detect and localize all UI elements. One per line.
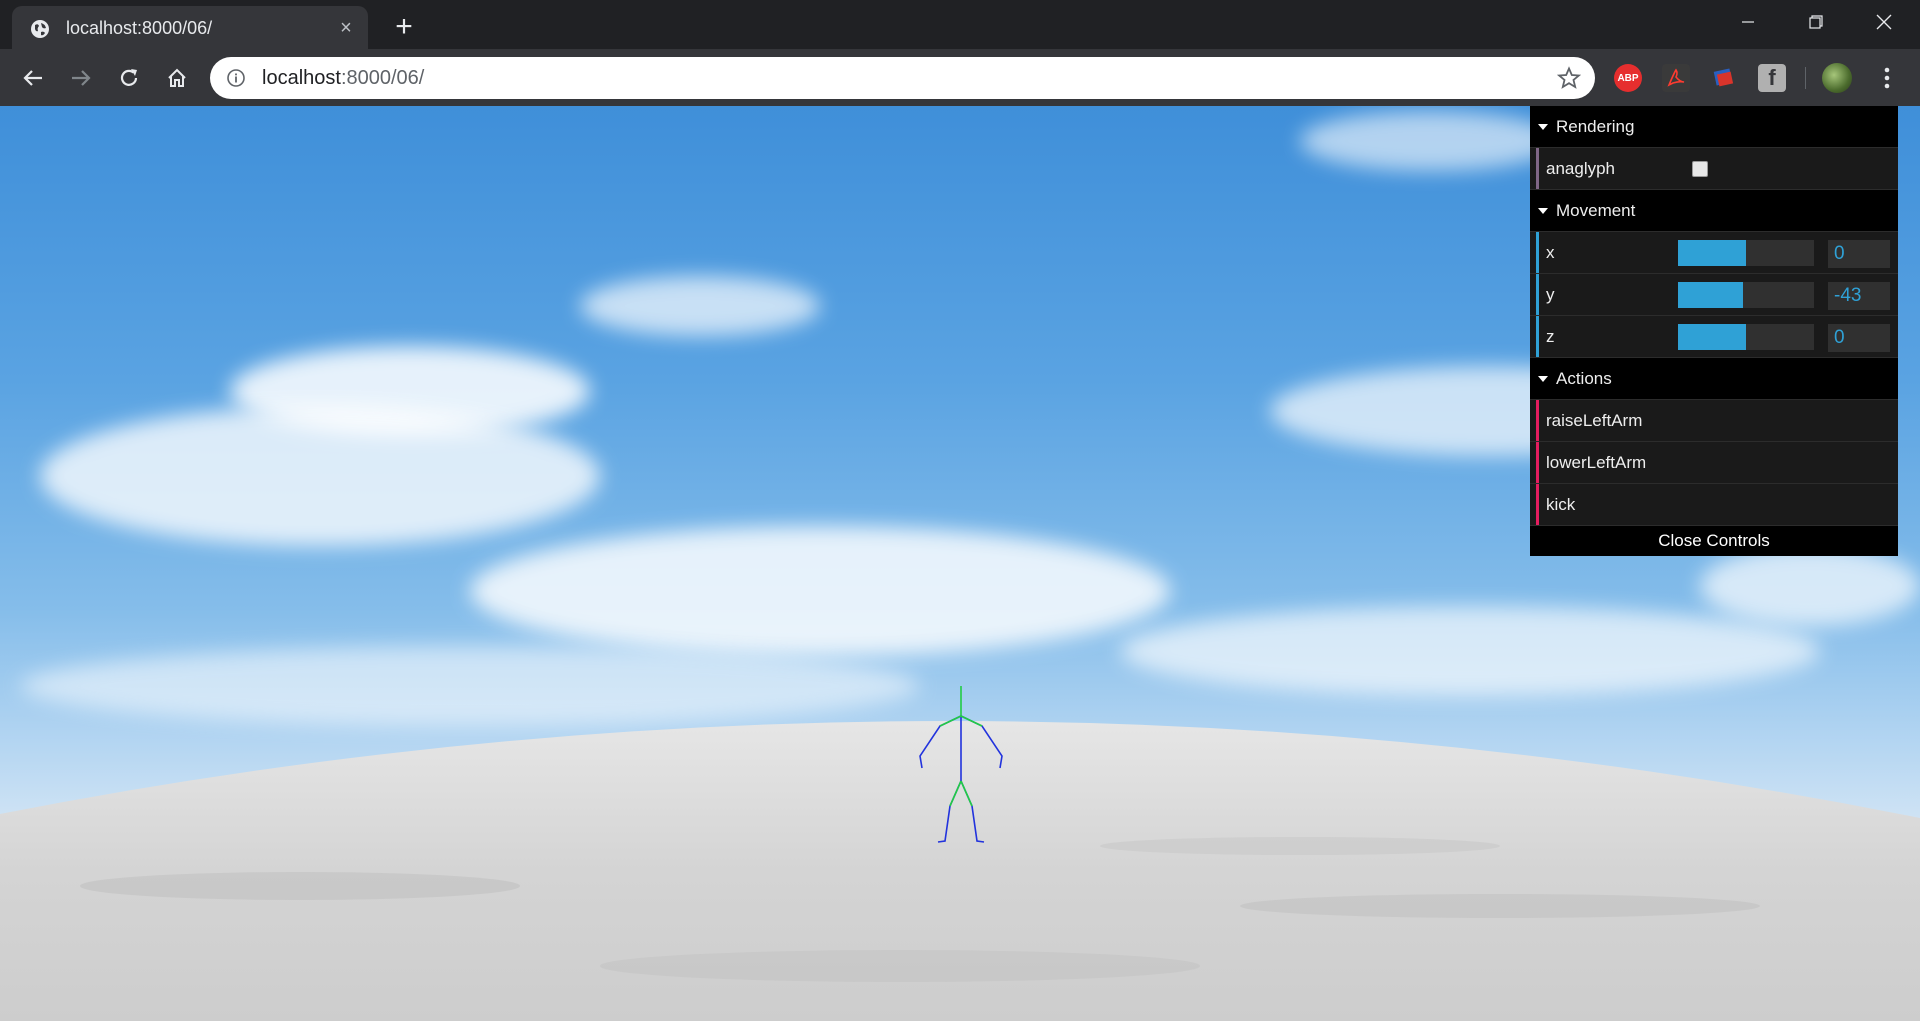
y-slider[interactable] [1678, 282, 1814, 308]
restore-icon [1809, 15, 1823, 29]
folder-movement[interactable]: Movement [1530, 190, 1898, 232]
globe-icon [31, 20, 49, 38]
close-icon [1876, 14, 1892, 30]
anaglyph-checkbox[interactable] [1692, 161, 1708, 177]
url-host: localhost [262, 67, 341, 89]
x-input[interactable]: 0 [1828, 240, 1890, 268]
home-icon [168, 68, 186, 87]
arrow-left-icon [23, 70, 42, 86]
new-tab-button[interactable]: + [386, 10, 422, 46]
browser-toolbar: localhost:8000/06/ ABP f [0, 49, 1920, 106]
folder-title: Rendering [1556, 116, 1635, 136]
folder-actions[interactable]: Actions [1530, 358, 1898, 400]
z-controller: z 0 [1530, 316, 1898, 358]
stick-figure-skeleton [919, 686, 1003, 843]
caret-down-icon [1538, 123, 1548, 130]
reload-icon [120, 69, 138, 86]
controller-label: z [1546, 326, 1555, 346]
minimize-button[interactable] [1714, 0, 1782, 44]
back-button[interactable] [16, 61, 50, 95]
home-button[interactable] [160, 61, 194, 95]
slider-fill [1678, 324, 1746, 350]
dat-gui-panel: Rendering anaglyph Movement x 0 y -43 z … [1530, 106, 1898, 556]
slider-fill [1678, 240, 1746, 266]
close-controls-button[interactable]: Close Controls [1530, 526, 1898, 556]
controller-label: kick [1546, 494, 1576, 514]
caret-down-icon [1538, 375, 1548, 382]
browser-titlebar: localhost:8000/06/ × + [0, 0, 1920, 49]
raise-left-arm-button[interactable]: raiseLeftArm [1530, 400, 1898, 442]
restore-button[interactable] [1782, 0, 1850, 44]
y-input[interactable]: -43 [1828, 282, 1890, 310]
lower-left-arm-button[interactable]: lowerLeftArm [1530, 442, 1898, 484]
tab-title: localhost:8000/06/ [66, 18, 213, 38]
kick-button[interactable]: kick [1530, 484, 1898, 526]
folder-title: Movement [1556, 200, 1636, 220]
acrobat-icon [1667, 68, 1685, 87]
pdf-extension-icon[interactable] [1662, 64, 1690, 92]
controller-label: y [1546, 284, 1555, 304]
controller-label: x [1546, 242, 1555, 262]
url-text: localhost:8000/06/ [262, 67, 424, 90]
minimize-icon [1742, 21, 1754, 23]
book-extension-icon[interactable] [1710, 64, 1738, 92]
controller-label: raiseLeftArm [1546, 410, 1643, 430]
anaglyph-toggle[interactable]: anaglyph [1530, 148, 1898, 190]
adblock-extension-icon[interactable]: ABP [1614, 64, 1642, 92]
caret-down-icon [1538, 207, 1548, 214]
folder-rendering[interactable]: Rendering [1530, 106, 1898, 148]
controller-label: lowerLeftArm [1546, 452, 1647, 472]
z-slider[interactable] [1678, 324, 1814, 350]
y-controller: y -43 [1530, 274, 1898, 316]
arrow-right-icon [72, 70, 91, 86]
slider-fill [1678, 282, 1744, 308]
url-path: :8000/06/ [340, 67, 425, 89]
star-icon[interactable] [1557, 66, 1581, 90]
x-controller: x 0 [1530, 232, 1898, 274]
z-input[interactable]: 0 [1828, 324, 1890, 352]
book-icon [1713, 68, 1734, 87]
toolbar-divider [1805, 67, 1806, 89]
more-vert-icon [1884, 67, 1890, 89]
controller-label: anaglyph [1546, 158, 1616, 178]
facebook-extension-icon[interactable]: f [1758, 64, 1786, 92]
forward-button[interactable] [64, 61, 98, 95]
browser-tab[interactable]: localhost:8000/06/ × [12, 6, 368, 49]
info-icon[interactable] [226, 68, 246, 88]
folder-title: Actions [1556, 368, 1612, 388]
tab-close-icon[interactable]: × [336, 18, 356, 38]
menu-button[interactable] [1872, 63, 1902, 93]
x-slider[interactable] [1678, 240, 1814, 266]
reload-button[interactable] [112, 61, 146, 95]
address-bar[interactable]: localhost:8000/06/ [210, 57, 1595, 99]
profile-avatar[interactable] [1822, 63, 1852, 93]
close-window-button[interactable] [1850, 0, 1918, 44]
